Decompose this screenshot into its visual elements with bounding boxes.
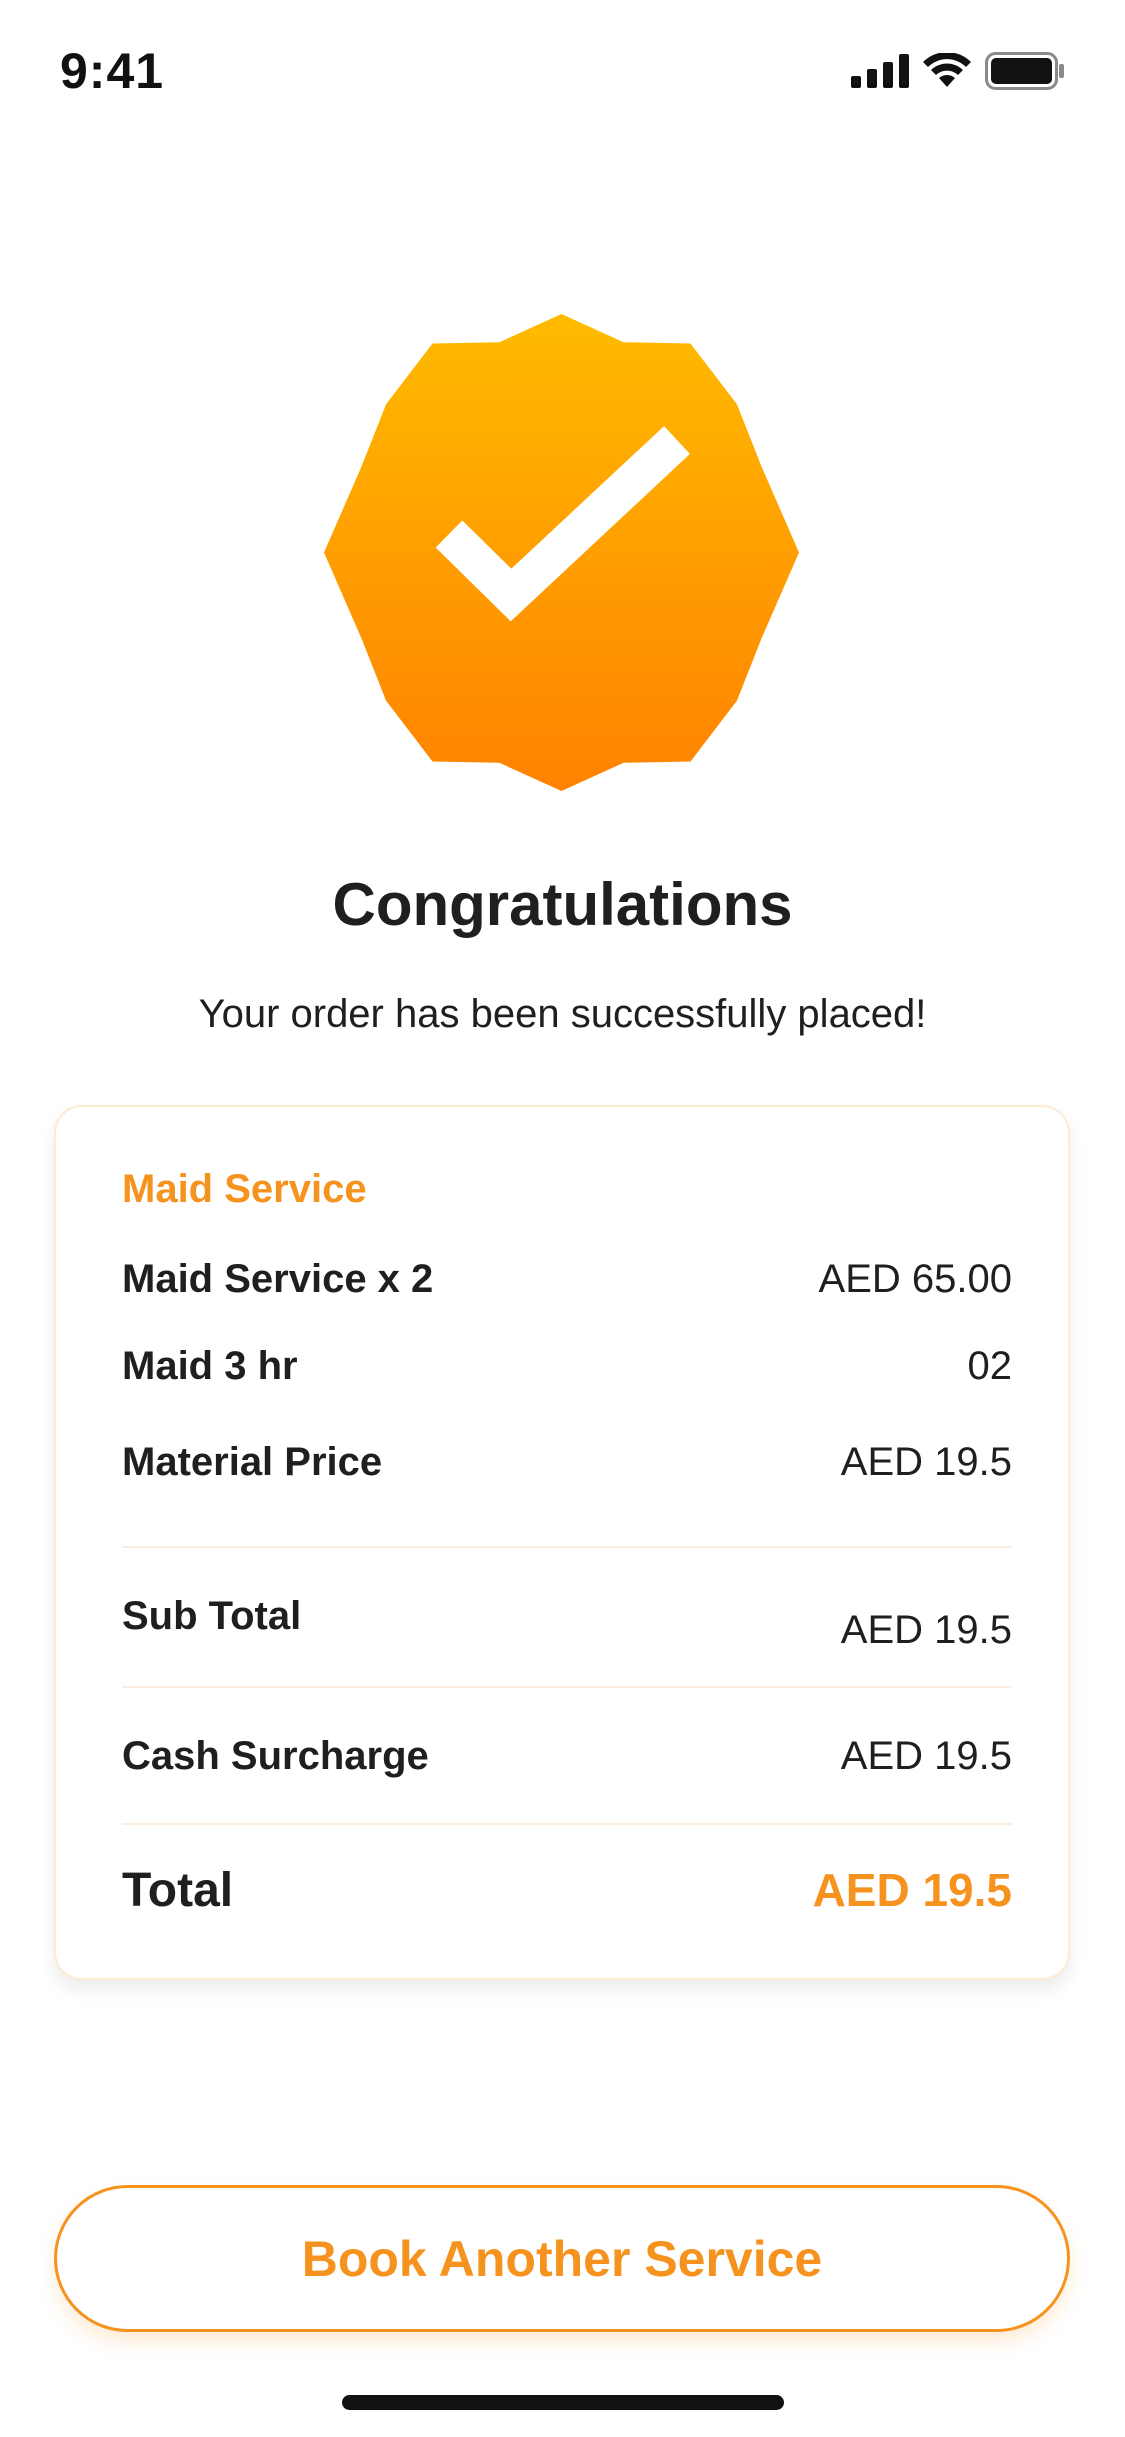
cash-surcharge-label: Cash Surcharge <box>122 1734 429 1778</box>
sub-total-row: Sub Total AED 19.5 <box>122 1594 1012 1653</box>
line-item-value: 02 <box>967 1344 1013 1388</box>
page-title: Congratulations <box>332 871 793 938</box>
status-icons <box>851 52 1065 90</box>
line-item: Maid 3 hr 02 <box>122 1344 1012 1389</box>
divider <box>122 1686 1012 1688</box>
order-summary-card: Maid Service Maid Service x 2 AED 65.00 … <box>54 1105 1070 1980</box>
battery-icon <box>985 52 1064 90</box>
line-item: Maid Service x 2 AED 65.00 <box>122 1257 1012 1302</box>
page-subtitle: Your order has been successfully placed! <box>198 992 927 1036</box>
divider <box>122 1823 1012 1825</box>
status-bar: 9:41 <box>0 0 1125 140</box>
service-heading: Maid Service <box>122 1167 367 1211</box>
line-item-value: AED 19.5 <box>840 1440 1012 1484</box>
divider <box>122 1546 1012 1548</box>
total-row: Total AED 19.5 <box>122 1863 1012 1918</box>
book-another-service-button[interactable]: Book Another Service <box>54 2185 1070 2332</box>
sub-total-label: Sub Total <box>122 1594 302 1638</box>
line-item: Material Price AED 19.5 <box>122 1440 1012 1485</box>
line-item-label: Maid Service x 2 <box>122 1257 434 1301</box>
signal-icon <box>851 54 909 88</box>
home-indicator[interactable] <box>342 2395 784 2410</box>
check-badge-icon <box>324 314 799 791</box>
line-item-label: Maid 3 hr <box>122 1344 298 1388</box>
line-item-value: AED 65.00 <box>818 1257 1012 1301</box>
cash-surcharge-row: Cash Surcharge AED 19.5 <box>122 1734 1012 1779</box>
line-item-label: Material Price <box>122 1440 383 1484</box>
status-time: 9:41 <box>60 43 165 99</box>
sub-total-value: AED 19.5 <box>840 1608 1012 1652</box>
total-value: AED 19.5 <box>812 1864 1012 1916</box>
total-label: Total <box>122 1864 234 1917</box>
wifi-icon <box>923 53 971 87</box>
cash-surcharge-value: AED 19.5 <box>840 1734 1012 1778</box>
